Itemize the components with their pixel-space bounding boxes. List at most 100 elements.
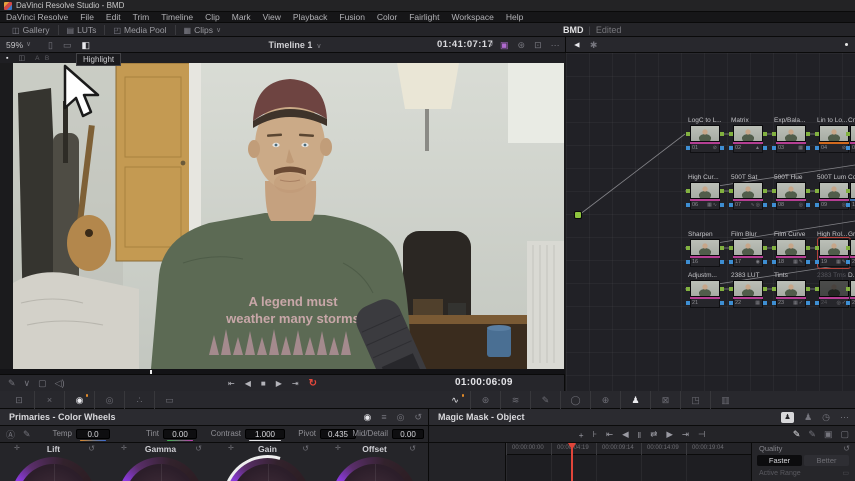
- menu-file[interactable]: File: [74, 12, 100, 23]
- last-frame-icon[interactable]: ⇥: [292, 379, 299, 388]
- key-input-connector[interactable]: [729, 203, 733, 207]
- more-options-icon[interactable]: ⋯: [551, 40, 560, 51]
- magic-mask-icon[interactable]: ♟: [620, 391, 650, 409]
- play-forward-icon[interactable]: ▶: [276, 379, 282, 388]
- reset-icon[interactable]: ↺: [302, 443, 309, 455]
- timeline-selector[interactable]: Timeline 1∨: [240, 37, 350, 53]
- key-input-connector[interactable]: [686, 260, 690, 264]
- first-frame-icon[interactable]: ⇤: [228, 379, 235, 388]
- key-input-connector[interactable]: [686, 301, 690, 305]
- letterbox-icon[interactable]: ▯: [48, 40, 53, 51]
- rgb-input-connector[interactable]: [846, 246, 850, 250]
- magic-mask-timeline[interactable]: 00:00:00:0000:00:04:1900:00:09:1400:00:1…: [429, 443, 855, 481]
- stereo-3d-icon[interactable]: ▥: [710, 391, 740, 409]
- key-output-connector[interactable]: [720, 301, 724, 305]
- rgb-output-connector[interactable]: [806, 189, 810, 193]
- rgb-output-connector[interactable]: [806, 132, 810, 136]
- blur-icon[interactable]: ≋: [500, 391, 530, 409]
- menu-help[interactable]: Help: [500, 12, 529, 23]
- key-input-connector[interactable]: [686, 146, 690, 150]
- rgb-input-connector[interactable]: [772, 287, 776, 291]
- rgb-output-connector[interactable]: [763, 132, 767, 136]
- mask-invert-icon[interactable]: ▢: [840, 429, 849, 440]
- luts-button[interactable]: ▤LUTs: [58, 25, 105, 35]
- key-input-connector[interactable]: [772, 301, 776, 305]
- wheel-offset[interactable]: [332, 457, 417, 481]
- rgb-output-connector[interactable]: [720, 189, 724, 193]
- graph-node[interactable]: Tints23▦✓: [773, 272, 809, 308]
- more-options-icon[interactable]: ⋯: [840, 412, 849, 423]
- play-reverse-icon[interactable]: ◀: [245, 379, 251, 388]
- scrub-playhead[interactable]: [150, 370, 152, 374]
- log-mode-icon[interactable]: ◎: [397, 412, 405, 423]
- track-to-start-icon[interactable]: ⇤: [606, 429, 613, 440]
- annotation-pen-icon[interactable]: ✎: [8, 378, 16, 389]
- graph-node[interactable]: Matrix02▲: [730, 117, 766, 153]
- wheels-mode-icon[interactable]: ◉: [363, 412, 371, 423]
- track-forward-icon[interactable]: ▶: [666, 429, 673, 440]
- graph-node[interactable]: Gra...20: [847, 231, 855, 267]
- rgb-input-connector[interactable]: [815, 246, 819, 250]
- hdr-grade-icon[interactable]: ◎: [94, 391, 124, 409]
- key-input-connector[interactable]: [772, 146, 776, 150]
- sizing-icon[interactable]: ◳: [680, 391, 710, 409]
- color-viewer-lut-icon[interactable]: ⊛: [518, 40, 526, 51]
- rgb-output-connector[interactable]: [806, 246, 810, 250]
- reset-icon[interactable]: ↺: [843, 444, 850, 453]
- graph-node[interactable]: 500T Hue08◎: [773, 174, 809, 210]
- graph-node[interactable]: Cr...05: [847, 117, 855, 153]
- key-input-connector[interactable]: [729, 260, 733, 264]
- key-output-connector[interactable]: [806, 146, 810, 150]
- person-mask-icon[interactable]: ♟: [804, 412, 812, 423]
- key-output-connector[interactable]: [720, 146, 724, 150]
- rgb-input-connector[interactable]: [846, 287, 850, 291]
- key-output-connector[interactable]: [806, 260, 810, 264]
- menu-davinci-resolve[interactable]: DaVinci Resolve: [0, 12, 74, 23]
- pointer-tool-icon[interactable]: ▲: [571, 41, 581, 50]
- rgb-output-connector[interactable]: [720, 246, 724, 250]
- rgb-mixer-icon[interactable]: ∴: [124, 391, 154, 409]
- field-value-mid-detail[interactable]: 0.00: [392, 429, 424, 439]
- graph-node[interactable]: High Cur...06▦∿: [687, 174, 723, 210]
- wheel-gamma[interactable]: [118, 457, 203, 481]
- key-input-connector[interactable]: [772, 203, 776, 207]
- menu-mark[interactable]: Mark: [226, 12, 257, 23]
- expand-icon[interactable]: ⊡: [534, 40, 542, 51]
- split-screen-icon[interactable]: ◧: [81, 40, 90, 51]
- key-input-connector[interactable]: [846, 203, 850, 207]
- loop-icon[interactable]: ↻: [309, 378, 317, 389]
- active-range-icon[interactable]: ▭: [842, 469, 849, 477]
- graph-node[interactable]: 500T Sat07∿◎: [730, 174, 766, 210]
- object-mask-icon[interactable]: ♟: [781, 412, 794, 423]
- reset-icon[interactable]: ↺: [414, 412, 422, 423]
- rgb-input-connector[interactable]: [729, 132, 733, 136]
- graph-node[interactable]: Sharpen16: [687, 231, 723, 267]
- menu-playback[interactable]: Playback: [287, 12, 334, 23]
- reset-icon[interactable]: ↺: [409, 443, 416, 455]
- image-mode-icon[interactable]: ▪: [6, 55, 8, 62]
- audio-speaker-icon[interactable]: ◁): [55, 378, 65, 389]
- remove-stroke-icon[interactable]: ✎: [808, 429, 816, 440]
- key-output-connector[interactable]: [763, 146, 767, 150]
- node-graph-menu-dot[interactable]: [845, 43, 848, 46]
- grade-preview-icon[interactable]: ▣: [500, 40, 509, 51]
- rgb-input-connector[interactable]: [772, 189, 776, 193]
- pause-icon[interactable]: ‖: [638, 430, 642, 440]
- rgb-output-connector[interactable]: [720, 287, 724, 291]
- track-to-end-icon[interactable]: ⇥: [682, 429, 689, 440]
- key-input-connector[interactable]: [846, 146, 850, 150]
- quality-better-button[interactable]: Better: [804, 455, 849, 466]
- playhead-cap[interactable]: [568, 443, 576, 450]
- rgb-input-connector[interactable]: [846, 132, 850, 136]
- rgb-output-connector[interactable]: [720, 132, 724, 136]
- color-match-icon[interactable]: ×: [34, 391, 64, 409]
- split-compare-icon[interactable]: ◫: [18, 54, 25, 62]
- graph-node[interactable]: Exp/Bala...03▦: [773, 117, 809, 153]
- camera-raw-icon[interactable]: ⊡: [4, 391, 34, 409]
- wipe-icon[interactable]: ▭: [63, 40, 72, 51]
- next-keyframe-icon[interactable]: ⊣: [698, 429, 705, 440]
- rgb-input-connector[interactable]: [686, 287, 690, 291]
- key-output-connector[interactable]: [763, 203, 767, 207]
- add-keyframe-icon[interactable]: +: [579, 430, 584, 440]
- reset-icon[interactable]: ↺: [195, 443, 202, 455]
